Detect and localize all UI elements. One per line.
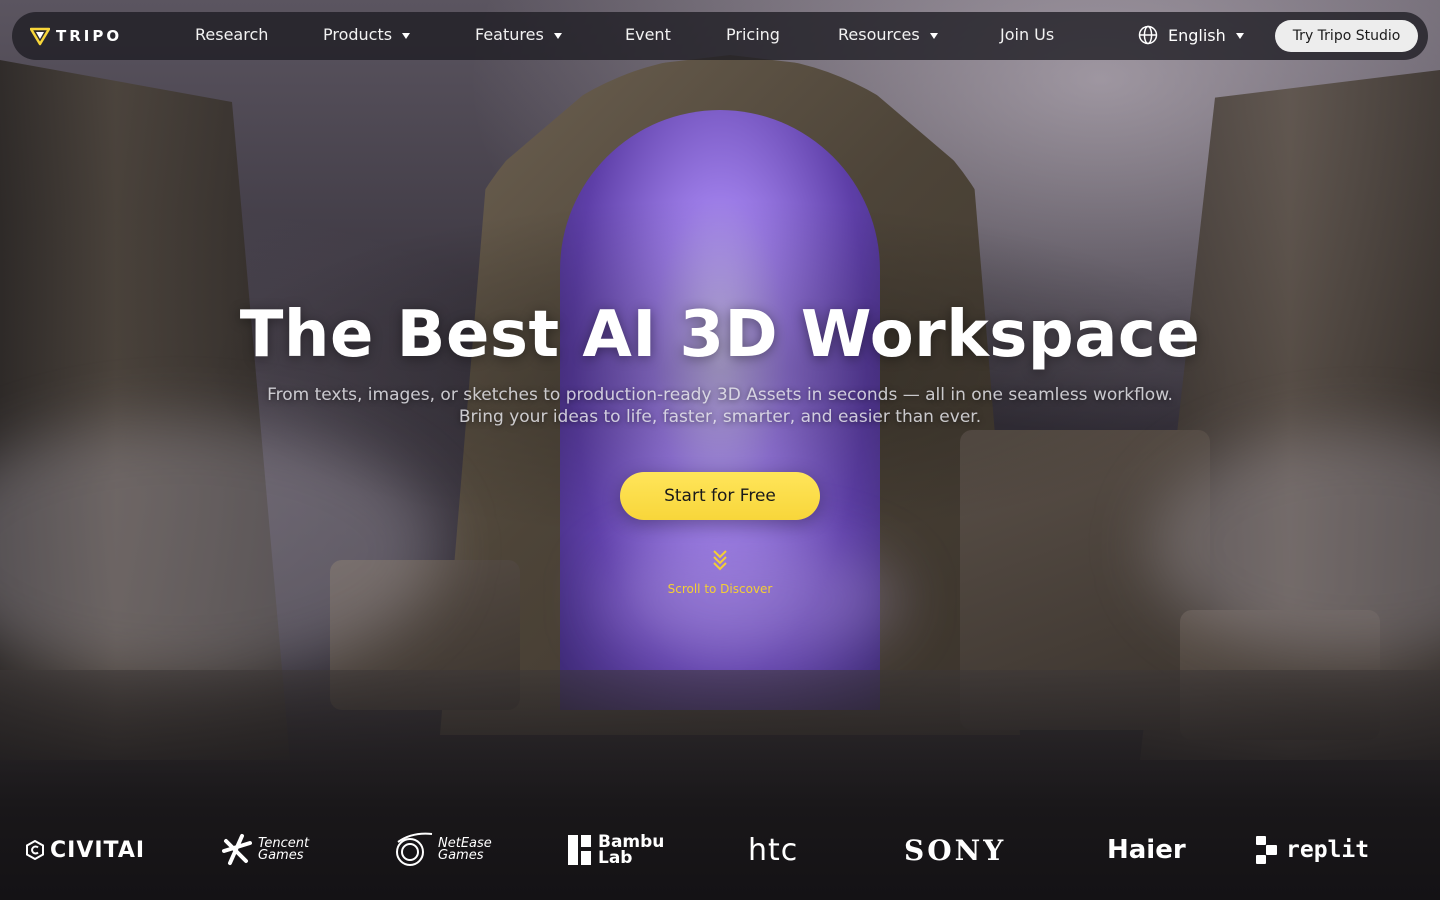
nav-research[interactable]: Research <box>195 25 268 44</box>
hero-subtitle-line1: From texts, images, or sketches to produ… <box>267 385 1173 405</box>
nav-pricing[interactable]: Pricing <box>726 25 780 44</box>
tripo-logo[interactable]: TRIPO <box>30 26 122 46</box>
civitai-wordmark: CIVITAI <box>50 837 146 863</box>
start-for-free-button[interactable]: Start for Free <box>620 472 820 520</box>
caret-down-icon <box>1235 33 1244 39</box>
brand-netease-games-logo: NetEase Games <box>390 832 492 868</box>
replit-icon <box>1256 836 1277 864</box>
caret-down-icon <box>402 32 411 39</box>
caret-down-icon <box>553 32 562 39</box>
civitai-hex-icon <box>26 840 44 860</box>
brand-htc-logo: htc <box>748 832 798 868</box>
tencent-games-wordmark: Tencent Games <box>258 837 309 863</box>
brand-civitai-logo: CIVITAI <box>26 832 145 868</box>
nav-products[interactable]: Products <box>323 25 411 44</box>
nav-join-us[interactable]: Join Us <box>1000 25 1054 44</box>
hero-subtitle-line2: Bring your ideas to life, faster, smarte… <box>458 407 982 427</box>
nav-resources[interactable]: Resources <box>838 25 938 44</box>
nav-features-label: Features <box>475 25 544 44</box>
nav-resources-label: Resources <box>838 25 920 44</box>
bambu-lab-icon <box>568 835 591 865</box>
htc-wordmark: htc <box>748 832 799 868</box>
tripo-logo-icon <box>30 27 50 46</box>
logo-text: TRIPO <box>56 27 123 45</box>
globe-icon <box>1138 25 1158 45</box>
nav-pricing-label: Pricing <box>726 25 780 44</box>
sony-wordmark: SONY <box>904 833 1007 867</box>
netease-games-wordmark: NetEase Games <box>438 837 492 863</box>
netease-games-text: Games <box>438 848 484 863</box>
text-veil <box>0 0 1440 900</box>
nav-research-label: Research <box>195 25 269 44</box>
hero-background <box>0 0 1440 900</box>
brand-replit-logo: replit <box>1256 832 1369 868</box>
brand-tencent-games-logo: Tencent Games <box>220 832 309 868</box>
netease-games-icon <box>396 832 433 866</box>
nav-products-label: Products <box>323 25 393 44</box>
brand-haier-logo: Haier <box>1107 832 1186 868</box>
brand-sony-logo: SONY <box>904 832 1006 868</box>
scroll-to-discover[interactable]: Scroll to Discover <box>0 582 1440 596</box>
language-label: English <box>1168 25 1226 45</box>
replit-wordmark: replit <box>1286 837 1370 863</box>
brand-bambu-lab-logo: Bambu Lab <box>568 832 664 868</box>
chevron-double-down-icon[interactable] <box>711 549 729 571</box>
lab-text: Lab <box>598 848 633 868</box>
tencent-games-icon <box>222 834 252 865</box>
language-selector[interactable]: English <box>1138 25 1244 45</box>
bambu-lab-wordmark: Bambu Lab <box>598 834 664 868</box>
hero-title: The Best AI 3D Workspace <box>239 298 1201 372</box>
nav-join-us-label: Join Us <box>1000 25 1055 44</box>
top-nav: TRIPO Research Products Features Event P… <box>12 12 1428 60</box>
haier-wordmark: Haier <box>1107 835 1186 865</box>
nav-event-label: Event <box>625 25 671 44</box>
tencent-games-text: Games <box>258 848 304 863</box>
nav-features[interactable]: Features <box>475 25 562 44</box>
try-tripo-studio-button[interactable]: Try Tripo Studio <box>1275 20 1418 52</box>
nav-event[interactable]: Event <box>625 25 671 44</box>
caret-down-icon <box>929 32 938 39</box>
